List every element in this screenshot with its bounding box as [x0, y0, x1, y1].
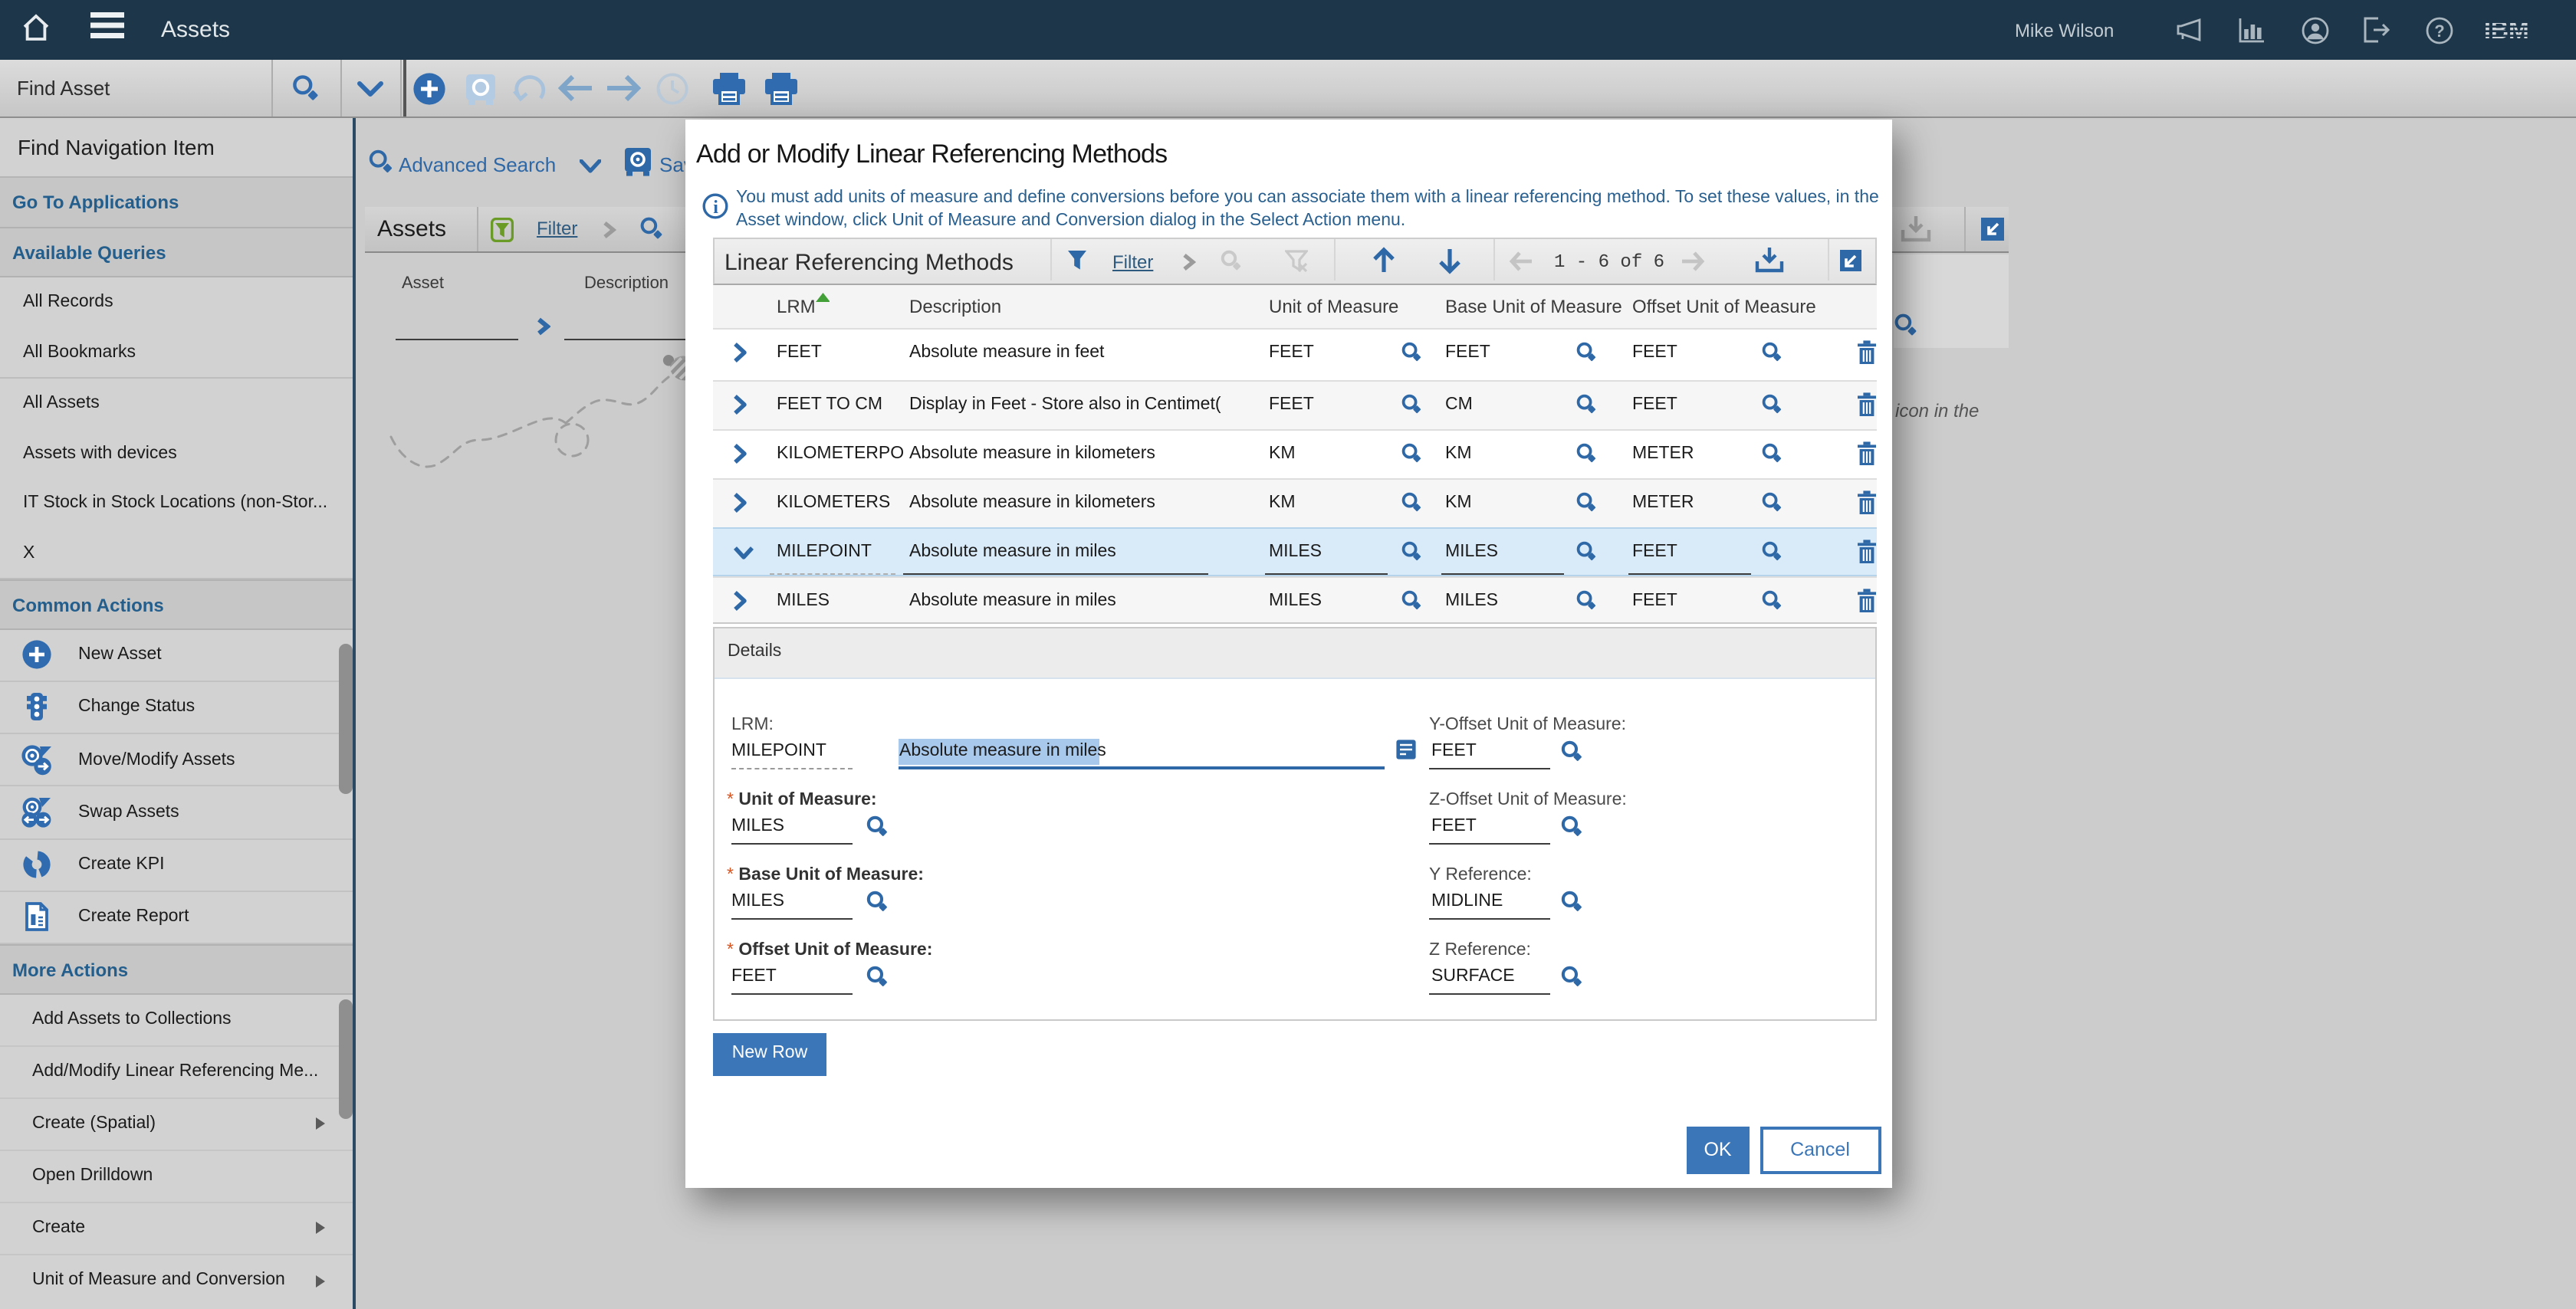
svg-text:IBM: IBM — [2484, 18, 2529, 41]
svg-text:?: ? — [2434, 21, 2444, 41]
svg-text:i: i — [713, 198, 718, 218]
